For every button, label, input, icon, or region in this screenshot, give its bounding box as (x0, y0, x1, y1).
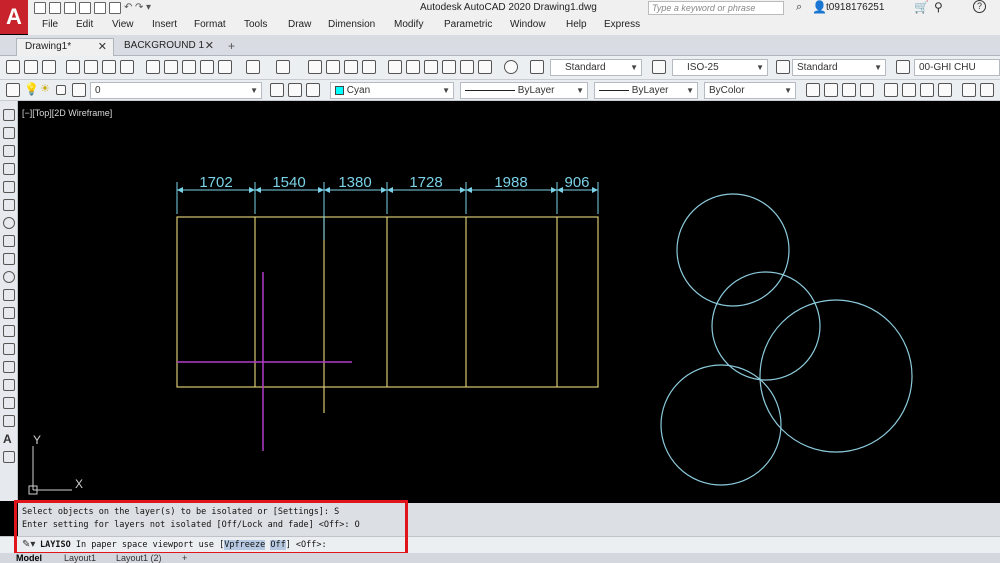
circle-entity[interactable] (660, 364, 782, 486)
highlight-annotation-box (14, 500, 408, 555)
dimension-text[interactable]: 1380 (338, 174, 371, 191)
add-layout-icon[interactable]: + (182, 553, 187, 563)
dimension-text[interactable]: 1988 (494, 174, 527, 191)
circle-entity[interactable] (676, 193, 790, 307)
circle-entity[interactable] (711, 271, 821, 381)
dimension-text[interactable]: 906 (564, 174, 589, 191)
tab-layout1[interactable]: Layout1 (64, 553, 96, 563)
dimension-text[interactable]: 1728 (409, 174, 442, 191)
tab-layout1-2[interactable]: Layout1 (2) (116, 553, 162, 563)
dimension-text[interactable]: 1540 (272, 174, 305, 191)
layout-tab-bar: Model Layout1 Layout1 (2) + (0, 553, 1000, 563)
ucs-x-label: X (75, 477, 83, 491)
dimension-text[interactable]: 1702 (199, 174, 232, 191)
tab-model[interactable]: Model (16, 553, 42, 563)
circle-entity[interactable] (759, 299, 913, 453)
drawing-geometry: 1702 1540 1380 1728 1988 906 Y X (28, 174, 913, 495)
ucs-y-label: Y (33, 433, 41, 447)
